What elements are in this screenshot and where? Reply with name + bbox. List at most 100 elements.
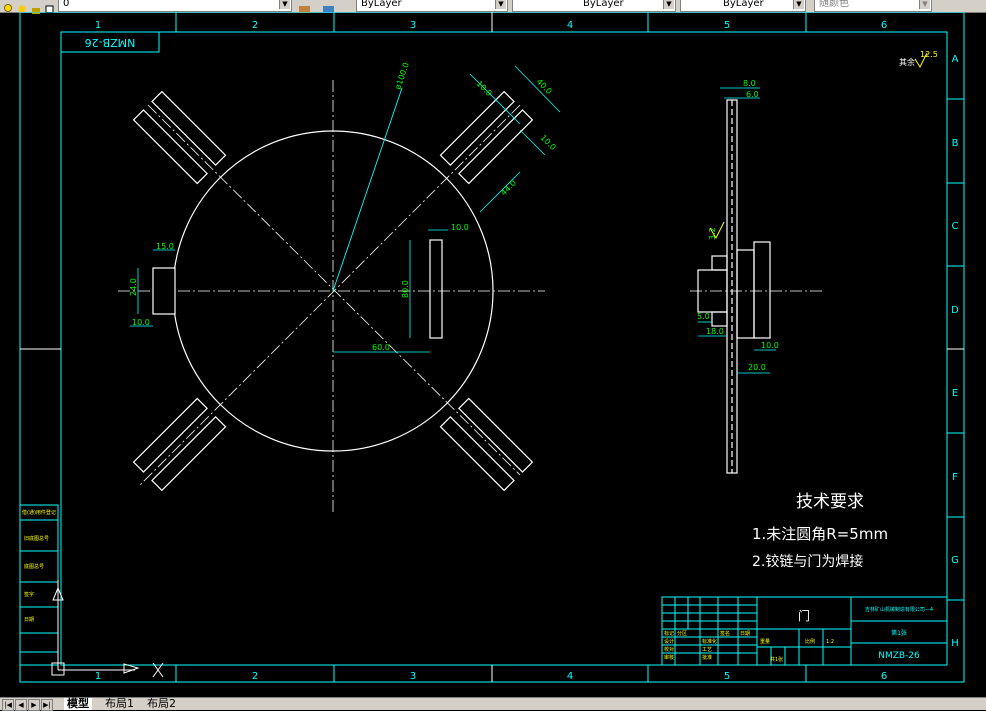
- dim-text: 8.0: [743, 79, 756, 88]
- next-tab-button[interactable]: ▶: [28, 699, 40, 711]
- lock-icon[interactable]: [30, 0, 42, 14]
- linetype-dropdown[interactable]: ByLayer ▼: [512, 0, 676, 12]
- title-block: 门 吉林矿山机械制造有限公司—4 第1张 NMZB-26 标记 分区 设计 校对…: [661, 596, 948, 666]
- roughness-label: 其余: [899, 57, 915, 67]
- sun-icon[interactable]: [16, 0, 28, 13]
- linetype-value: ByLayer: [583, 0, 624, 9]
- dim-text: 10.0: [539, 133, 558, 152]
- side-row: 借(通)用件登记: [22, 509, 56, 516]
- tb-weight: 重量: [760, 638, 770, 645]
- dim-text: 24.0: [129, 278, 138, 296]
- dim-text: 10.0: [761, 341, 779, 350]
- tb-scale: 1:2: [826, 639, 834, 645]
- chevron-down-icon[interactable]: ▼: [663, 0, 674, 9]
- col-number: 1: [95, 20, 101, 31]
- tb-standard: 标准化: [702, 638, 717, 645]
- tb-ratio: 比例: [805, 638, 815, 645]
- col-number: 4: [567, 20, 573, 31]
- chevron-down-icon[interactable]: ▼: [279, 0, 290, 9]
- side-view: 8.0 6.0 3.2 5.0 18.0 10.0 20.0: [690, 79, 825, 474]
- tb-process: 工艺: [702, 647, 712, 653]
- layer-tool-icon[interactable]: [298, 0, 310, 13]
- col-number: 3: [410, 671, 416, 682]
- row-letter: H: [951, 638, 959, 649]
- col-number: 5: [724, 20, 730, 31]
- tb-sheet-total: 共1张: [770, 656, 783, 663]
- plotstyle-value: 随颜色: [819, 0, 849, 9]
- side-row: 底图总号: [24, 563, 44, 570]
- dim-text: 15.0: [156, 242, 174, 251]
- side-block: 借(通)用件登记 旧底图总号 底图总号 签字 日期: [19, 504, 59, 666]
- part-name: 门: [798, 608, 810, 623]
- col-number: 3: [410, 20, 416, 31]
- color-square-icon[interactable]: [44, 0, 56, 14]
- dim-text: 18.0: [706, 327, 724, 336]
- dim-text: 20.0: [748, 363, 766, 372]
- color-value: ByLayer: [361, 0, 402, 9]
- row-letter: G: [951, 555, 959, 566]
- first-tab-button[interactable]: |◀: [2, 699, 14, 711]
- tb-checker: 校对: [664, 646, 674, 653]
- last-tab-button[interactable]: ▶|: [41, 699, 53, 711]
- chevron-down-icon[interactable]: ▼: [793, 0, 804, 9]
- dim-text: 80.0: [401, 280, 410, 298]
- dim-text: 40.0: [535, 77, 554, 96]
- tab-layout1[interactable]: 布局1: [102, 698, 137, 710]
- layer-dropdown[interactable]: 0 ▼: [58, 0, 292, 12]
- color-dropdown[interactable]: ByLayer ▼: [356, 0, 508, 12]
- tb-markings: 标记: [664, 630, 674, 637]
- tech-requirements: 技术要求 1.未注圆角R=5mm 2.铰链与门为焊接: [752, 492, 888, 570]
- tb-approve2: 批准: [702, 654, 712, 661]
- dim-text: 10.0: [451, 223, 469, 232]
- company: 吉林矿山机械制造有限公司—4: [865, 606, 933, 613]
- col-number: 5: [724, 671, 730, 682]
- row-letter: E: [952, 388, 958, 399]
- roughness-value: 12.5: [920, 50, 938, 59]
- lineweight-dropdown[interactable]: ByLayer ▼: [680, 0, 806, 12]
- drawing-canvas[interactable]: 1 2 3 4 5 6 1 2 3 4 5 6 A B C D E F G H …: [0, 12, 986, 697]
- lineweight-value: ByLayer: [723, 0, 764, 9]
- row-letter: C: [952, 221, 959, 232]
- plotstyle-dropdown[interactable]: 随颜色 ▼: [814, 0, 932, 12]
- col-number: 4: [567, 671, 573, 682]
- roughness-symbol: 其余 12.5: [899, 50, 938, 69]
- tb-approver: 审核: [664, 654, 674, 661]
- tab-model[interactable]: 模型: [64, 698, 92, 710]
- dim-text: 10.0: [132, 318, 150, 327]
- dim-text: 60.0: [372, 343, 390, 352]
- col-number: 2: [252, 20, 258, 31]
- material: 第1张: [891, 629, 907, 637]
- side-row: 日期: [24, 617, 34, 623]
- dim-text: 5.0: [697, 312, 710, 321]
- tech-line1: 1.未注圆角R=5mm: [752, 525, 888, 543]
- drawing-no: NMZB-26: [878, 651, 920, 661]
- dim-text: 44.0: [499, 178, 518, 197]
- side-row: 签字: [24, 591, 34, 598]
- col-number: 6: [881, 671, 887, 682]
- tb-zones: 分区: [677, 630, 687, 637]
- chevron-down-icon[interactable]: ▼: [495, 0, 506, 9]
- tab-layout2[interactable]: 布局2: [144, 698, 179, 710]
- ucs-icon: [51, 580, 164, 678]
- side-row: 旧底图总号: [24, 535, 49, 542]
- lightbulb-icon[interactable]: [2, 0, 14, 12]
- chevron-down-icon[interactable]: ▼: [919, 0, 930, 9]
- tech-title: 技术要求: [796, 492, 864, 512]
- tech-line2: 2.铰链与门为焊接: [752, 553, 863, 570]
- col-number: 1: [95, 671, 101, 682]
- layer-value: 0: [63, 0, 70, 9]
- dim-phi: ø100.0: [393, 61, 411, 90]
- col-number: 6: [881, 20, 887, 31]
- tb-date: 日期: [740, 631, 750, 637]
- row-letter: F: [952, 472, 958, 483]
- row-letter: A: [952, 54, 959, 65]
- tb-sign: 签名: [720, 630, 730, 637]
- tb-designer: 设计: [664, 638, 674, 645]
- layer-stack-icon[interactable]: [322, 0, 334, 13]
- col-number: 2: [252, 671, 258, 682]
- dim-text: 6.0: [746, 90, 759, 99]
- prev-tab-button[interactable]: ◀: [15, 699, 27, 711]
- front-view: ø100.0 15.0 24.0 10.0 10.0 80.0 60.0 10.…: [118, 61, 561, 515]
- row-letter: D: [951, 305, 959, 316]
- row-letter: B: [952, 138, 959, 149]
